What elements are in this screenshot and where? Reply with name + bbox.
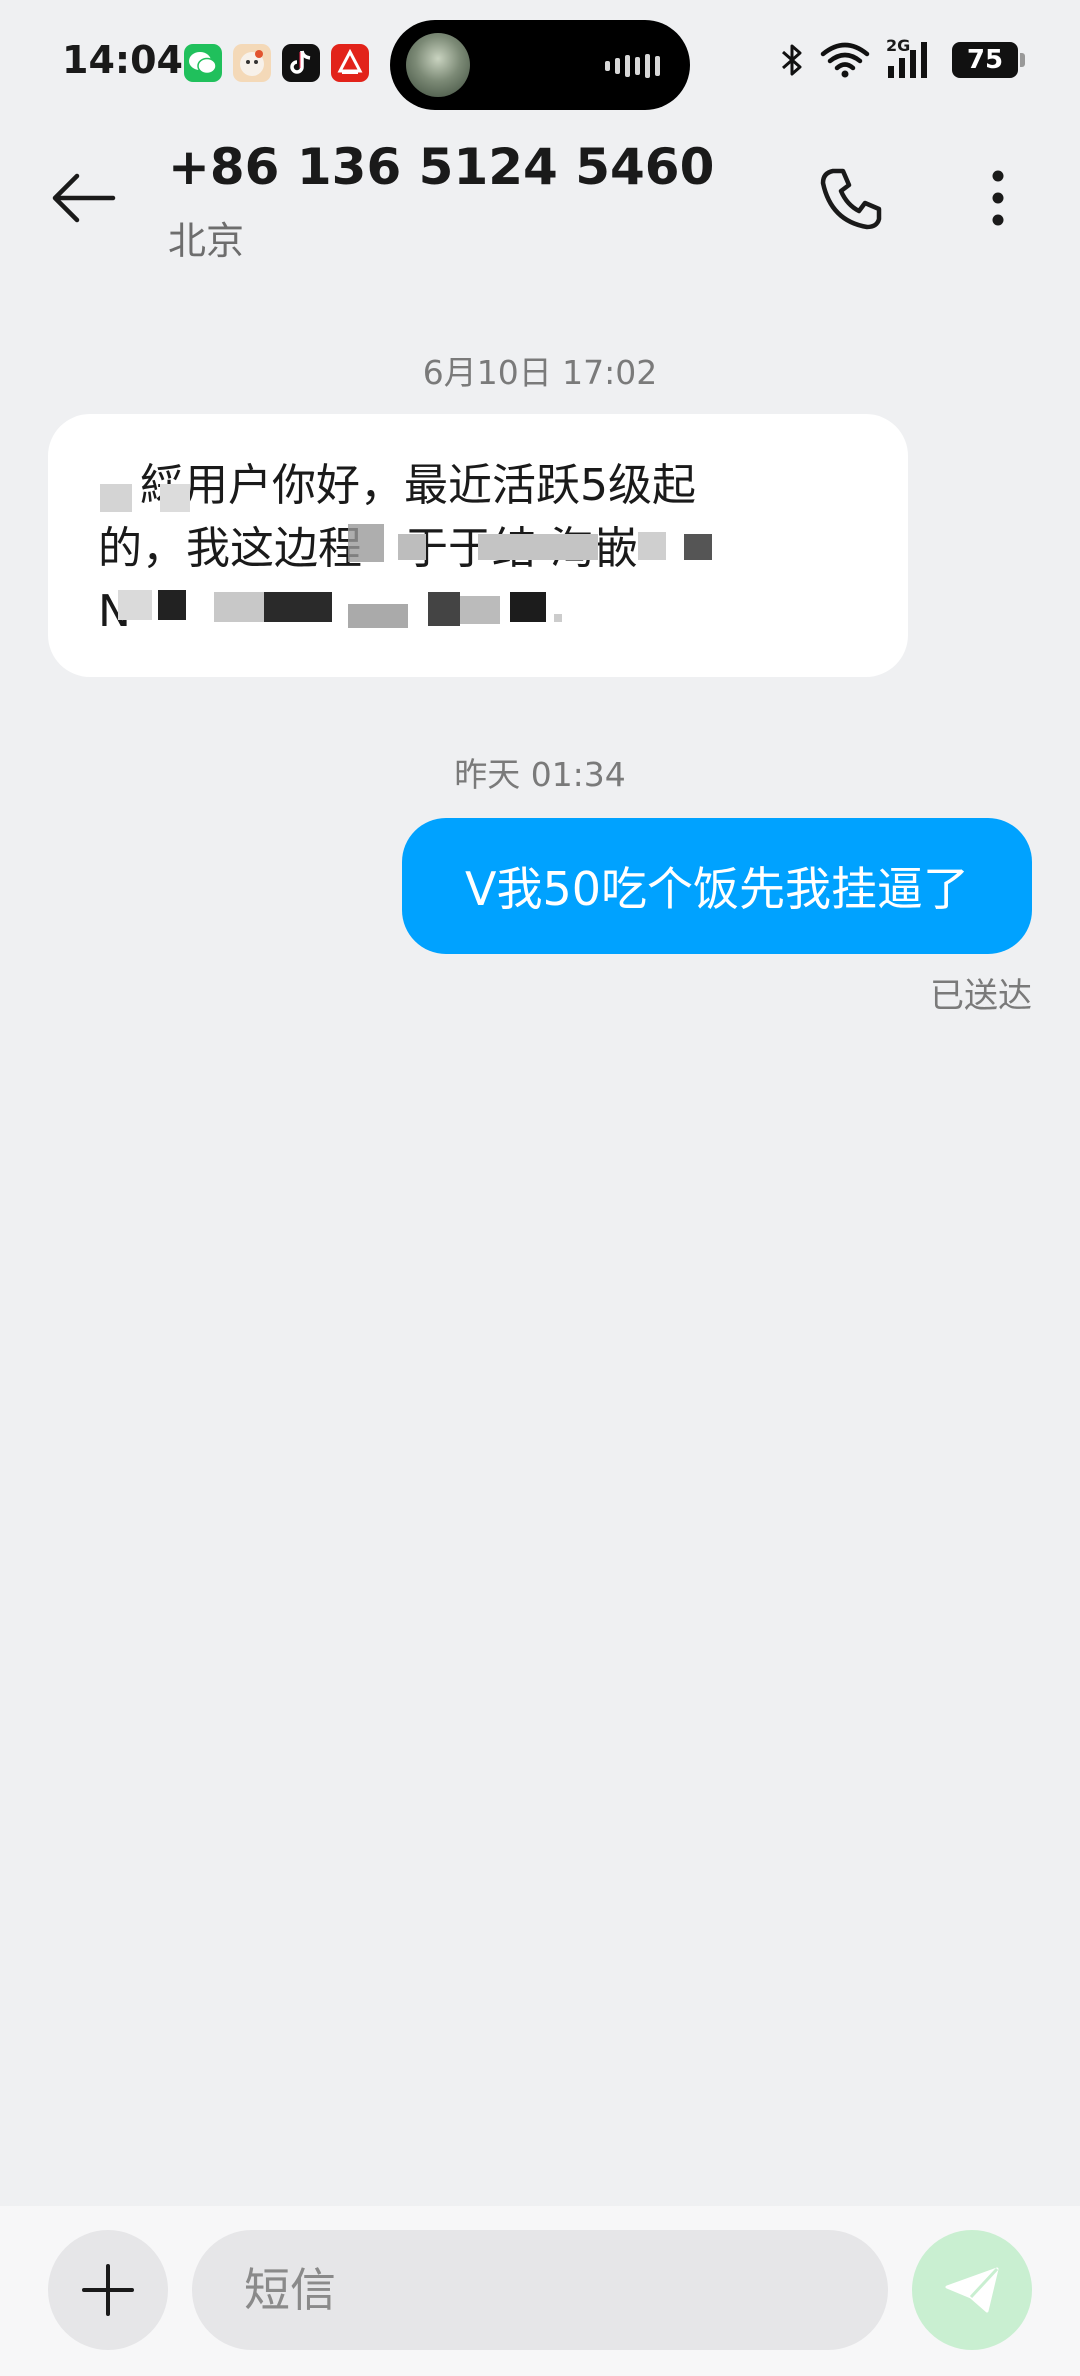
dynamic-island[interactable] — [390, 20, 690, 110]
notification-icons — [184, 44, 369, 82]
audio-wave-icon — [605, 54, 660, 78]
add-attachment-button[interactable] — [48, 2230, 168, 2350]
status-indicators: 2G 75 — [780, 36, 1025, 80]
outgoing-message-text: V我50吃个饭先我挂逼了 — [464, 862, 969, 916]
plus-icon — [82, 2264, 134, 2316]
phone-icon — [820, 168, 882, 230]
more-options-button[interactable] — [956, 156, 1040, 240]
wechat-icon — [184, 44, 222, 82]
contact-number: +86 136 5124 5460 — [168, 138, 715, 196]
conversation-header: +86 136 5124 5460 北京 — [0, 128, 1080, 278]
signal-icon: 2G — [886, 36, 936, 80]
call-button[interactable] — [810, 156, 894, 240]
more-vertical-icon — [992, 170, 1004, 226]
delivery-status: 已送达 — [930, 976, 1032, 1016]
bluetooth-icon — [782, 44, 802, 76]
tiktok-icon — [282, 44, 320, 82]
message-input[interactable] — [192, 2230, 888, 2350]
send-button[interactable] — [912, 2230, 1032, 2350]
shopping-app-icon — [331, 44, 369, 82]
status-bar: 14:04 2G 75 — [0, 0, 1080, 128]
outgoing-message-bubble[interactable]: V我50吃个饭先我挂逼了 — [402, 818, 1032, 954]
arrow-left-icon — [52, 173, 116, 223]
message-timestamp: 6月10日 17:02 — [422, 353, 658, 392]
wifi-icon — [820, 42, 870, 78]
incoming-message-bubble[interactable]: 綵用户你好，最近活跃5级起 的，我这边程 于于结 淘嵌 N — [48, 414, 908, 677]
composer-bar — [0, 2206, 1080, 2376]
status-time: 14:04 — [62, 38, 183, 82]
back-button[interactable] — [44, 158, 124, 238]
battery-indicator: 75 — [952, 42, 1025, 78]
send-icon — [945, 2267, 999, 2313]
app-mascot-icon — [233, 44, 271, 82]
media-thumbnail — [406, 33, 470, 97]
message-timestamp: 昨天 01:34 — [454, 755, 626, 794]
contact-location: 北京 — [168, 219, 245, 263]
